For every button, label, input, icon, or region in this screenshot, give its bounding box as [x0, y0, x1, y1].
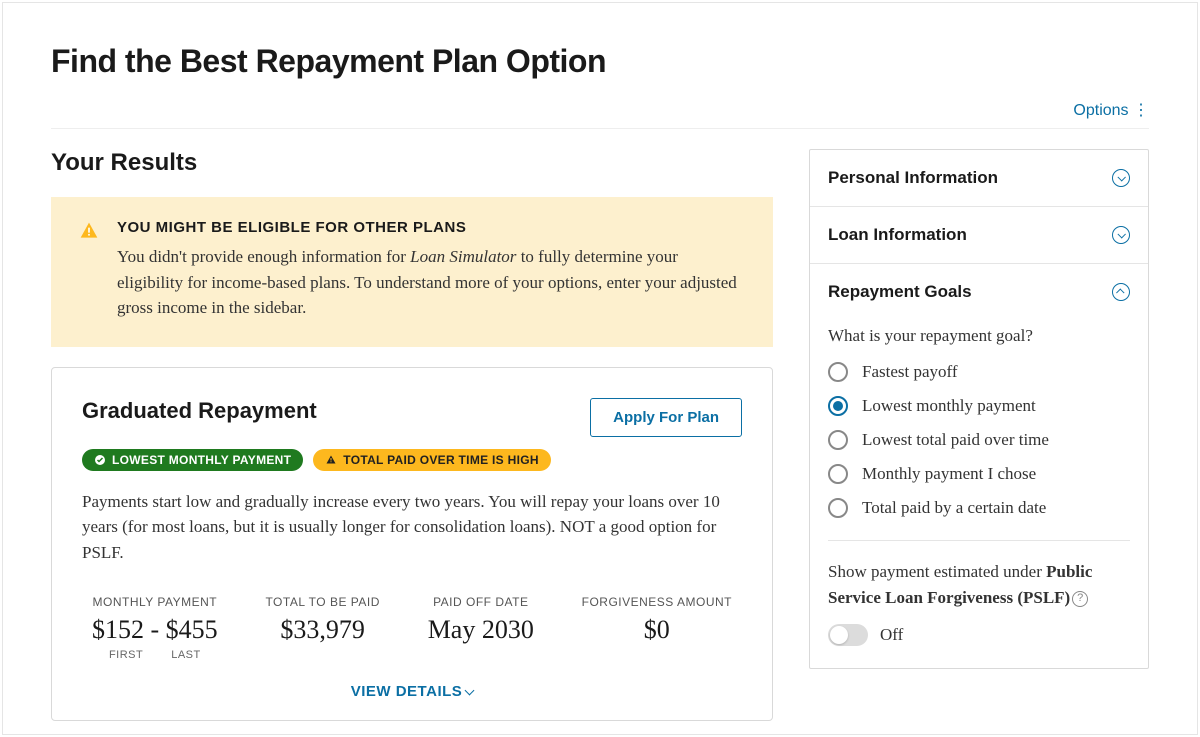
goal-radio-option[interactable]: Monthly payment I chose	[828, 464, 1130, 484]
results-title: Your Results	[51, 149, 773, 177]
metric-total-paid: TOTAL TO BE PAID $33,979	[265, 595, 379, 661]
radio-label: Lowest total paid over time	[862, 430, 1049, 450]
page-title: Find the Best Repayment Plan Option	[51, 43, 1149, 80]
accordion-title: Personal Information	[828, 168, 998, 188]
goal-radio-option[interactable]: Lowest monthly payment	[828, 396, 1130, 416]
pslf-text: Show payment estimated under Public Serv…	[828, 559, 1130, 610]
metric-label: FORGIVENESS AMOUNT	[582, 595, 732, 609]
radio-button-icon	[828, 396, 848, 416]
warning-icon	[79, 219, 99, 321]
metric-label: TOTAL TO BE PAID	[265, 595, 379, 609]
accordion-loan-information[interactable]: Loan Information	[810, 207, 1148, 263]
plan-card: Graduated Repayment Apply For Plan LOWES…	[51, 367, 773, 722]
chevron-down-icon	[1112, 226, 1130, 244]
metric-value: $33,979	[265, 615, 379, 645]
goal-question: What is your repayment goal?	[828, 326, 1130, 346]
radio-label: Total paid by a certain date	[862, 498, 1046, 518]
alert-title: YOU MIGHT BE ELIGIBLE FOR OTHER PLANS	[117, 219, 745, 236]
metric-value: $152 - $455	[92, 615, 218, 645]
sidebar: Personal Information Loan Information Re…	[809, 149, 1149, 721]
eligibility-alert: YOU MIGHT BE ELIGIBLE FOR OTHER PLANS Yo…	[51, 197, 773, 347]
options-dots-icon: ⋮	[1133, 102, 1149, 119]
lowest-payment-badge: LOWEST MONTHLY PAYMENT	[82, 449, 303, 471]
alert-body: You didn't provide enough information fo…	[117, 244, 745, 321]
metric-sublabels: FIRSTLAST	[92, 649, 218, 661]
chevron-down-icon	[465, 686, 475, 696]
plan-title: Graduated Repayment	[82, 398, 317, 424]
pslf-toggle[interactable]	[828, 624, 868, 646]
high-total-badge: TOTAL PAID OVER TIME IS HIGH	[313, 449, 551, 471]
goal-radio-option[interactable]: Lowest total paid over time	[828, 430, 1130, 450]
metric-label: MONTHLY PAYMENT	[92, 595, 218, 609]
radio-button-icon	[828, 498, 848, 518]
repayment-goals-body: What is your repayment goal? Fastest pay…	[810, 320, 1148, 668]
goal-radio-group: Fastest payoff Lowest monthly payment Lowe…	[828, 362, 1130, 518]
main-column: Your Results YOU MIGHT BE ELIGIBLE FOR O…	[51, 149, 773, 721]
accordion-repayment-goals[interactable]: Repayment Goals	[810, 264, 1148, 320]
accordion-personal-information[interactable]: Personal Information	[810, 150, 1148, 206]
metric-value: May 2030	[428, 615, 534, 645]
metric-label: PAID OFF DATE	[428, 595, 534, 609]
accordion-title: Loan Information	[828, 225, 967, 245]
chevron-up-icon	[1112, 283, 1130, 301]
metric-forgiveness: FORGIVENESS AMOUNT $0	[582, 595, 732, 661]
options-label: Options	[1073, 102, 1128, 119]
warning-icon	[325, 454, 337, 466]
goal-radio-option[interactable]: Total paid by a certain date	[828, 498, 1130, 518]
metric-monthly-payment: MONTHLY PAYMENT $152 - $455 FIRSTLAST	[92, 595, 218, 661]
metric-value: $0	[582, 615, 732, 645]
view-details-button[interactable]: VIEW DETAILS	[82, 683, 742, 700]
chevron-down-icon	[1112, 169, 1130, 187]
apply-for-plan-button[interactable]: Apply For Plan	[590, 398, 742, 437]
radio-button-icon	[828, 362, 848, 382]
help-icon[interactable]: ?	[1072, 591, 1088, 607]
toggle-state-label: Off	[880, 625, 903, 645]
metric-paid-off-date: PAID OFF DATE May 2030	[428, 595, 534, 661]
radio-button-icon	[828, 464, 848, 484]
radio-label: Fastest payoff	[862, 362, 958, 382]
plan-description: Payments start low and gradually increas…	[82, 489, 742, 566]
radio-label: Monthly payment I chose	[862, 464, 1036, 484]
sidebar-divider	[828, 540, 1130, 541]
options-link[interactable]: Options ⋮	[3, 100, 1197, 128]
goal-radio-option[interactable]: Fastest payoff	[828, 362, 1130, 382]
check-circle-icon	[94, 454, 106, 466]
radio-button-icon	[828, 430, 848, 450]
radio-label: Lowest monthly payment	[862, 396, 1036, 416]
accordion-title: Repayment Goals	[828, 282, 972, 302]
